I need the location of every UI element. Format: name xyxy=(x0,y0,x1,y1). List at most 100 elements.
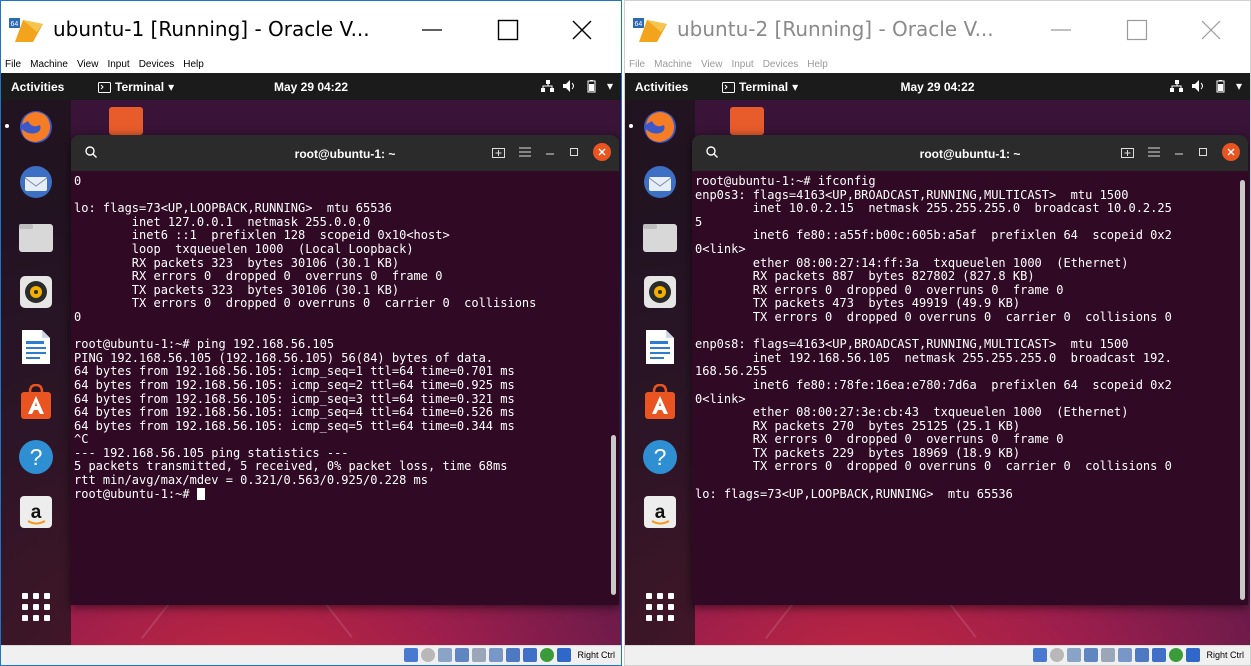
cpu-status-icon[interactable] xyxy=(1169,648,1184,662)
minimize-icon[interactable] xyxy=(545,147,555,157)
menu-devices[interactable]: Devices xyxy=(763,59,799,70)
network-status-icon[interactable] xyxy=(1084,648,1099,662)
system-tray[interactable]: ▾ xyxy=(1169,79,1242,93)
terminal-headerbar[interactable]: root@ubuntu-1: ~ xyxy=(71,135,619,171)
dock-libreoffice-writer[interactable] xyxy=(17,328,55,366)
minimize-icon[interactable] xyxy=(1174,147,1184,157)
display-status-icon[interactable] xyxy=(506,648,521,662)
terminal-output[interactable]: 0 lo: flags=73<UP,LOOPBACK,RUNNING> mtu 6… xyxy=(74,175,609,605)
terminal-scrollbar[interactable] xyxy=(611,435,616,595)
terminal-output[interactable]: root@ubuntu-1:~# ifconfig enp0s3: flags=4… xyxy=(695,175,1238,605)
menu-view[interactable]: View xyxy=(701,59,723,70)
svg-text:?: ? xyxy=(30,444,43,470)
mouse-integration-icon[interactable] xyxy=(557,648,572,662)
close-button[interactable] xyxy=(559,13,605,47)
home-folder-icon[interactable] xyxy=(730,107,764,135)
dock-amazon[interactable]: a xyxy=(17,493,55,531)
hamburger-menu-icon[interactable] xyxy=(1148,147,1160,157)
hdd-status-icon[interactable] xyxy=(1033,648,1048,662)
recording-status-icon[interactable] xyxy=(1152,648,1167,662)
cpu-status-icon[interactable] xyxy=(540,648,555,662)
home-folder-icon[interactable] xyxy=(109,107,143,135)
dock-firefox[interactable] xyxy=(5,108,55,146)
menu-devices[interactable]: Devices xyxy=(139,59,175,70)
maximize-button[interactable] xyxy=(485,13,531,47)
guest-display[interactable]: Activities Terminal ▾ May 29 04:22 ▾ ? a… xyxy=(625,73,1250,647)
window-titlebar[interactable]: 64 ubuntu-2 [Running] - Oracle V... xyxy=(625,1,1250,55)
usb-status-icon[interactable] xyxy=(472,648,487,662)
terminal-window[interactable]: root@ubuntu-1: ~ root@ubuntu-1:~# ifconf… xyxy=(692,135,1248,605)
dock-files[interactable] xyxy=(641,218,679,256)
terminal-line: 64 bytes from 192.168.56.105: icmp_seq=3… xyxy=(74,391,515,406)
maximize-icon[interactable] xyxy=(569,147,579,157)
dock-thunderbird[interactable] xyxy=(641,163,679,201)
hdd-status-icon[interactable] xyxy=(404,648,419,662)
dock-help[interactable]: ? xyxy=(641,438,679,476)
files-icon xyxy=(643,224,677,252)
menu-help[interactable]: Help xyxy=(183,59,204,70)
dock-amazon[interactable]: a xyxy=(641,493,679,531)
dock-software-center[interactable] xyxy=(641,383,679,421)
svg-text:a: a xyxy=(31,502,42,523)
dock: ? a xyxy=(1,100,71,647)
terminal-line: root@ubuntu-1:~# ping 192.168.56.105 xyxy=(74,337,335,352)
dock-files[interactable] xyxy=(17,218,55,256)
terminal-line: loop txqueuelen 1000 (Local Loopback) xyxy=(74,241,414,256)
vbox-menubar: File Machine View Input Devices Help xyxy=(1,55,621,73)
menu-machine[interactable]: Machine xyxy=(654,59,692,70)
network-icon xyxy=(1169,80,1183,92)
dock-software-center[interactable] xyxy=(17,383,55,421)
show-applications-button[interactable] xyxy=(641,588,679,626)
audio-status-icon[interactable] xyxy=(1067,648,1082,662)
dock-rhythmbox[interactable] xyxy=(17,273,55,311)
dock-thunderbird[interactable] xyxy=(17,163,55,201)
maximize-button[interactable] xyxy=(1114,13,1160,47)
terminal-window[interactable]: root@ubuntu-1: ~ 0 lo: flags=73<UP,LOOPBA… xyxy=(71,135,619,605)
terminal-line: TX packets 323 bytes 30106 (30.1 KB) xyxy=(74,282,400,297)
mouse-integration-icon[interactable] xyxy=(1186,648,1201,662)
dock-rhythmbox[interactable] xyxy=(641,273,679,311)
terminal-prompt-line[interactable]: root@ubuntu-1:~# xyxy=(74,487,609,502)
new-tab-icon[interactable] xyxy=(1121,146,1134,158)
close-button[interactable] xyxy=(1188,13,1234,47)
shared-folders-icon[interactable] xyxy=(1118,648,1133,662)
software-center-icon xyxy=(645,384,675,419)
menu-help[interactable]: Help xyxy=(807,59,828,70)
dock-firefox[interactable] xyxy=(629,108,679,146)
menu-input[interactable]: Input xyxy=(107,59,129,70)
minimize-button[interactable] xyxy=(1038,13,1084,47)
menu-input[interactable]: Input xyxy=(731,59,753,70)
firefox-icon xyxy=(20,111,52,143)
hamburger-menu-icon[interactable] xyxy=(519,147,531,157)
menu-machine[interactable]: Machine xyxy=(30,59,68,70)
files-icon xyxy=(19,224,53,252)
minimize-icon xyxy=(1051,29,1071,31)
menu-file[interactable]: File xyxy=(629,59,645,70)
clock[interactable]: May 29 04:22 xyxy=(1,80,621,94)
menu-view[interactable]: View xyxy=(77,59,99,70)
vm-window-ubuntu-2: 64 ubuntu-2 [Running] - Oracle V... File… xyxy=(624,0,1251,666)
usb-status-icon[interactable] xyxy=(1101,648,1116,662)
guest-display[interactable]: Activities Terminal ▾ May 29 04:22 ▾ ? a… xyxy=(1,73,621,647)
dock-help[interactable]: ? xyxy=(17,438,55,476)
show-applications-button[interactable] xyxy=(17,588,55,626)
optical-drive-icon[interactable] xyxy=(1050,648,1065,662)
minimize-button[interactable] xyxy=(409,13,455,47)
terminal-headerbar[interactable]: root@ubuntu-1: ~ xyxy=(692,135,1248,171)
audio-status-icon[interactable] xyxy=(438,648,453,662)
network-status-icon[interactable] xyxy=(455,648,470,662)
shared-folders-icon[interactable] xyxy=(489,648,504,662)
terminal-scrollbar[interactable] xyxy=(1240,180,1245,600)
terminal-close-button[interactable] xyxy=(593,143,611,161)
optical-drive-icon[interactable] xyxy=(421,648,436,662)
window-titlebar[interactable]: 64 ubuntu-1 [Running] - Oracle V... xyxy=(1,1,621,55)
system-tray[interactable]: ▾ xyxy=(540,79,613,93)
display-status-icon[interactable] xyxy=(1135,648,1150,662)
clock[interactable]: May 29 04:22 xyxy=(625,80,1250,94)
dock-libreoffice-writer[interactable] xyxy=(641,328,679,366)
new-tab-icon[interactable] xyxy=(492,146,505,158)
terminal-close-button[interactable] xyxy=(1222,143,1240,161)
recording-status-icon[interactable] xyxy=(523,648,538,662)
menu-file[interactable]: File xyxy=(5,59,21,70)
maximize-icon[interactable] xyxy=(1198,147,1208,157)
